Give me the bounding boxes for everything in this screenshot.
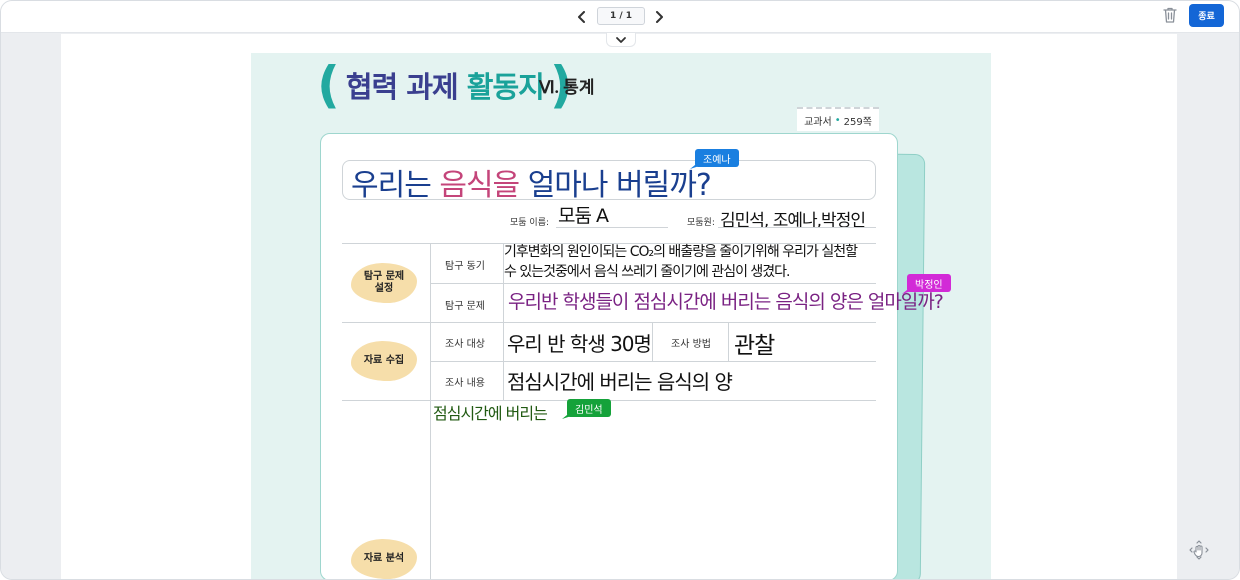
- question-handwriting: 우리는 음식을 얼마나 버릴까?: [351, 160, 712, 204]
- section-problem-setting: 탐구 문제 설정: [351, 263, 417, 303]
- group-name-value: 모둠 A: [558, 205, 609, 227]
- section-data-collection: 자료 수집: [351, 341, 417, 381]
- page-indicator[interactable]: 1 / 1: [597, 7, 645, 25]
- motivation-line2: 수 있는것중에서 음식 쓰레기 줄이기에 관심이 생겼다.: [504, 264, 791, 280]
- left-margin: [1, 34, 61, 579]
- members-label: 모둠원:: [687, 218, 715, 228]
- group-name-label: 모둠 이름:: [510, 218, 550, 228]
- cursor-tag-kimminseok: 김민석: [567, 399, 611, 417]
- title-part1: 협력 과제: [345, 70, 459, 104]
- table-line: [342, 322, 876, 323]
- move-hand-icon: [1189, 540, 1209, 560]
- section-data-analysis: 자료 분석: [351, 539, 417, 579]
- page-ref-label: 교과서: [804, 116, 832, 128]
- motivation-line1: 기후변화의 원인이되는 CO₂의 배출량을 줄이기위해 우리가 실천할: [504, 244, 858, 260]
- group-name-underline: [556, 227, 668, 228]
- trash-icon: [1163, 7, 1177, 23]
- delete-button[interactable]: [1161, 6, 1181, 26]
- table-line: [728, 322, 729, 361]
- textbook-page-ref: 교과서 • 259쪽: [797, 107, 879, 131]
- page-ref-dot: •: [834, 114, 841, 126]
- worksheet-title: ( 협력 과제 활동지 ): [317, 57, 573, 113]
- chevron-right-icon: [656, 11, 663, 23]
- prev-page-button[interactable]: [572, 7, 592, 27]
- problem-label: 탐구 문제: [445, 301, 485, 312]
- method-label: 조사 방법: [671, 339, 711, 350]
- chevron-left-icon: [578, 11, 585, 23]
- right-margin: [1177, 34, 1239, 579]
- collapse-toolbar-button[interactable]: [606, 33, 636, 47]
- title-part2: 활동지: [466, 70, 545, 104]
- content-value: 점심시간에 버리는 음식의 양: [507, 370, 733, 394]
- cursor-tag-parkjeongin: 박정인: [907, 274, 951, 292]
- members-underline: [718, 227, 876, 228]
- content-label: 조사 내용: [445, 378, 485, 389]
- section-data-analysis-label: 자료 분석: [363, 552, 405, 564]
- next-page-button[interactable]: [649, 7, 669, 27]
- table-line: [430, 243, 431, 579]
- chevron-down-icon: [616, 36, 626, 43]
- target-value: 우리 반 학생 30명: [507, 332, 652, 356]
- app-window: 1 / 1 종료 ( 협력 과제 활동지 ) Ⅵ. 통계 교과서 • 259쪽 …: [0, 0, 1240, 580]
- table-line: [430, 283, 876, 284]
- analysis-value: 점심시간에 버리는: [433, 404, 548, 423]
- section-data-collection-label: 자료 수집: [363, 354, 405, 366]
- title-text: 협력 과제 활동지: [345, 64, 545, 106]
- section-problem-setting-label: 탐구 문제 설정: [363, 270, 405, 295]
- question-part3: 얼마나 버릴까?: [519, 168, 712, 203]
- table-line: [430, 361, 876, 362]
- target-label: 조사 대상: [445, 339, 485, 350]
- problem-value: 우리반 학생들이 점심시간에 버리는 음식의 양은 얼마일까?: [508, 291, 944, 313]
- page-ref-page: 259쪽: [843, 116, 872, 128]
- motivation-label: 탐구 동기: [445, 261, 485, 272]
- title-open-paren: (: [317, 56, 340, 114]
- cursor-tag-joyena: 조예나: [695, 149, 739, 167]
- method-value: 관찰: [734, 333, 775, 359]
- chapter-label: Ⅵ. 통계: [539, 78, 595, 97]
- question-part2: 음식을: [439, 168, 520, 203]
- table-line: [652, 322, 653, 361]
- question-part1: 우리는: [351, 168, 440, 203]
- end-button[interactable]: 종료: [1189, 4, 1224, 27]
- move-tool-button[interactable]: [1188, 539, 1210, 561]
- top-toolbar: 1 / 1 종료: [1, 1, 1239, 33]
